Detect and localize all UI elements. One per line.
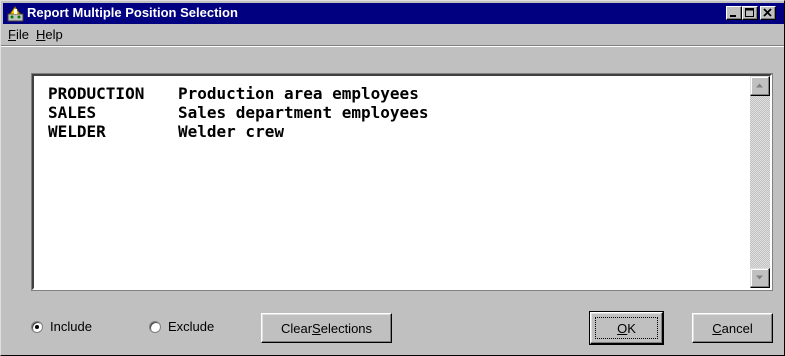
window-title: Report Multiple Position Selection: [27, 5, 238, 20]
position-code: SALES: [48, 103, 97, 122]
title-bar[interactable]: Report Multiple Position Selection: [3, 3, 784, 24]
position-code: PRODUCTION: [48, 84, 145, 103]
maximize-icon: [745, 8, 754, 17]
include-label: Include: [50, 319, 92, 334]
scroll-up-button[interactable]: [750, 76, 770, 96]
position-description: Sales department employees: [178, 103, 429, 122]
position-description: Welder crew: [178, 122, 284, 141]
clear-label-end: elections: [320, 320, 373, 336]
cancel-label-mnemonic: C: [712, 320, 722, 336]
close-button[interactable]: [760, 6, 776, 20]
list-item[interactable]: SALES Sales department employees: [48, 103, 428, 122]
exclude-label: Exclude: [168, 319, 215, 334]
close-icon: [763, 8, 772, 17]
menu-help-label: elp: [45, 27, 63, 42]
menu-file-label: ile: [15, 27, 29, 42]
clear-label-start: Clear: [280, 320, 313, 336]
arrow-down-icon: [756, 275, 763, 280]
arrow-up-icon: [756, 83, 763, 88]
ok-button[interactable]: OK: [589, 311, 664, 345]
exclude-radio[interactable]: Exclude: [149, 319, 214, 334]
include-radio[interactable]: Include: [31, 319, 92, 334]
menu-divider: [1, 45, 784, 47]
clear-label-mnemonic: S: [312, 320, 321, 336]
dialog-window: Report Multiple Position Selection File …: [0, 0, 785, 356]
position-listbox[interactable]: PRODUCTION Production area employees SAL…: [31, 73, 773, 291]
clear-selections-button[interactable]: Clear Selections: [261, 313, 392, 343]
cancel-button[interactable]: Cancel: [692, 313, 773, 343]
maximize-button[interactable]: [742, 6, 758, 20]
exclude-radio-indicator[interactable]: [149, 320, 161, 333]
menu-file-mnemonic: F: [8, 27, 16, 42]
minimize-button[interactable]: [726, 6, 742, 20]
vertical-scrollbar[interactable]: [750, 76, 770, 288]
menu-bar: File Help: [3, 24, 784, 44]
menu-file[interactable]: File: [8, 27, 29, 42]
cancel-label-end: ancel: [721, 320, 753, 336]
include-radio-indicator[interactable]: [31, 320, 43, 333]
focus-rectangle: [595, 317, 658, 339]
menu-help-mnemonic: H: [36, 27, 46, 42]
scroll-down-button[interactable]: [750, 268, 770, 288]
list-item[interactable]: WELDER Welder crew: [48, 122, 428, 141]
position-code: WELDER: [48, 122, 106, 141]
minimize-icon: [730, 15, 736, 17]
position-list: PRODUCTION Production area employees SAL…: [48, 84, 428, 141]
app-icon[interactable]: [7, 5, 24, 22]
menu-help[interactable]: Help: [36, 27, 63, 42]
position-description: Production area employees: [178, 84, 419, 103]
list-item[interactable]: PRODUCTION Production area employees: [48, 84, 428, 103]
